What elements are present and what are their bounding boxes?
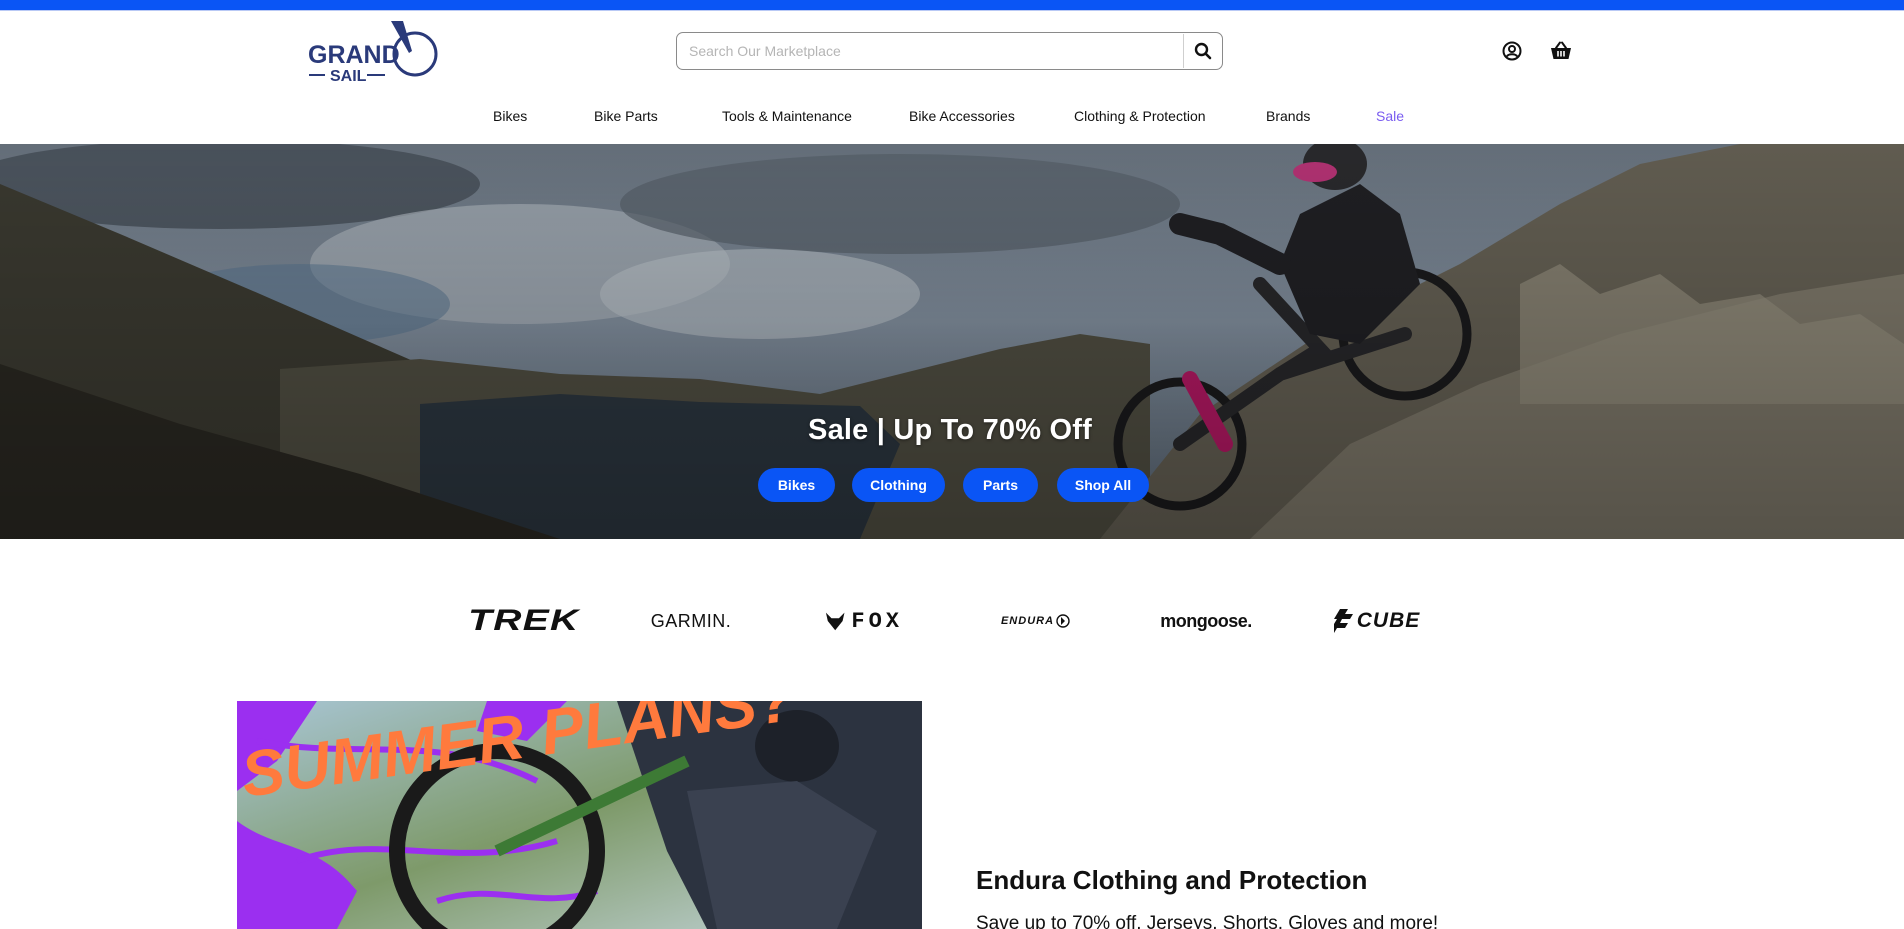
brand-cube-logo[interactable]: CUBE: [1328, 604, 1426, 638]
hero-title: Sale | Up To 70% Off: [808, 414, 1092, 446]
logo-graphic: GRAND SAIL: [308, 21, 438, 84]
brand-mongoose-text: mongoose.: [1160, 610, 1252, 631]
nav-item-sale[interactable]: Sale: [1376, 108, 1404, 124]
search-icon: [1194, 42, 1211, 60]
promo-text: Save up to 70% off. Jerseys, Shorts, Glo…: [976, 913, 1439, 929]
brand-trek-text: TREK: [467, 604, 580, 637]
brand-trek-logo[interactable]: TREK: [452, 604, 595, 638]
brand-endura-text: ENDURA: [1000, 615, 1055, 627]
account-button[interactable]: [1499, 38, 1525, 64]
grand-sail-logo[interactable]: GRAND SAIL: [305, 18, 440, 84]
brand-cube-text: CUBE: [1356, 609, 1421, 632]
nav-item-tools-maintenance[interactable]: Tools & Maintenance: [722, 108, 852, 124]
logo-bottom-text: SAIL: [330, 68, 367, 84]
nav-item-clothing-protection[interactable]: Clothing & Protection: [1074, 108, 1206, 124]
hero-background-image: [0, 144, 1904, 539]
cube-emblem-icon: [1333, 609, 1353, 633]
endura-emblem-icon: [1056, 614, 1070, 628]
basket-icon: [1551, 41, 1571, 59]
promo-image[interactable]: SUMMER PLANS?: [237, 701, 922, 929]
search-button[interactable]: [1183, 34, 1221, 68]
promo-title: Endura Clothing and Protection: [976, 865, 1368, 895]
brand-garmin-logo[interactable]: GARMIN.: [644, 604, 738, 638]
hero-button-bikes[interactable]: Bikes: [758, 468, 835, 502]
brand-mongoose-logo[interactable]: mongoose.: [1158, 604, 1254, 638]
search-input[interactable]: [678, 34, 1178, 68]
nav-item-bikes[interactable]: Bikes: [493, 108, 527, 124]
hero-banner: Sale | Up To 70% Off Bikes Clothing Part…: [0, 144, 1904, 539]
promo-artwork: SUMMER PLANS?: [237, 701, 922, 929]
hero-button-shop-all[interactable]: Shop All: [1057, 468, 1149, 502]
brand-garmin-text: GARMIN.: [650, 610, 732, 631]
top-accent-bar: [0, 0, 1904, 11]
hero-button-clothing[interactable]: Clothing: [852, 468, 945, 502]
nav-item-bike-parts[interactable]: Bike Parts: [594, 108, 658, 124]
nav-item-bike-accessories[interactable]: Bike Accessories: [909, 108, 1015, 124]
account-icon: [1502, 41, 1522, 61]
brand-fox-text: FOX: [851, 608, 903, 634]
hero-button-parts[interactable]: Parts: [963, 468, 1038, 502]
logo-top-text: GRAND: [308, 41, 400, 69]
nav-item-brands[interactable]: Brands: [1266, 108, 1310, 124]
fox-head-icon: [825, 612, 845, 631]
brand-fox-logo[interactable]: FOX: [825, 604, 903, 638]
basket-button[interactable]: [1548, 38, 1574, 64]
main-navigation: Bikes Bike Parts Tools & Maintenance Bik…: [0, 104, 1904, 130]
brand-endura-logo[interactable]: ENDURA: [991, 604, 1080, 638]
search-bar: [676, 32, 1223, 70]
